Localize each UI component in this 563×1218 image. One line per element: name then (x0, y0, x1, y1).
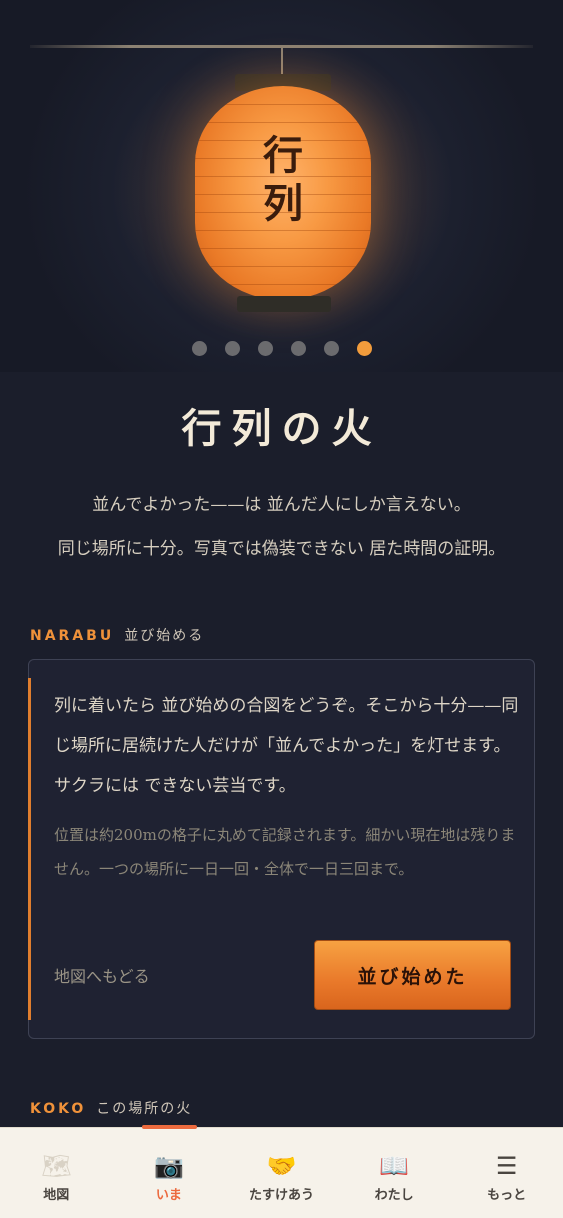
carousel-dot[interactable] (323, 341, 339, 356)
card-body-text: 列に着いたら 並び始めの合図をどうぞ。そこから十分——同じ場所に居続けた人だけが… (54, 696, 519, 796)
handshake-icon: 🤝 (266, 1152, 297, 1180)
open-book-icon: 📖 (379, 1152, 410, 1180)
tab-map[interactable]: 🗺 地図 (0, 1128, 113, 1218)
carousel-dot[interactable] (257, 341, 273, 356)
queue-start-card: 列に着いたら 並び始めの合図をどうぞ。そこから十分——同じ場所に居続けた人だけが… (28, 659, 535, 1039)
lantern-text: 行 列 (263, 132, 303, 227)
tab-help[interactable]: 🤝 たすけあう (225, 1128, 338, 1218)
lead-line-2: 同じ場所に十分。写真では偽装できない 居た時間の証明。 (57, 539, 506, 559)
section-label-en: NARABU (30, 628, 115, 644)
world-map-icon: 🗺 (41, 1152, 72, 1180)
carousel-dots (0, 341, 563, 357)
start-queue-button[interactable]: 並び始めた (314, 940, 511, 1010)
carousel-dot[interactable] (224, 341, 240, 356)
hero-carousel[interactable]: 行 列 (0, 0, 563, 372)
tab-me[interactable]: 📖 わたし (338, 1128, 451, 1218)
lantern-bottom-cap (237, 296, 331, 312)
card-privacy-note: 位置は約200mの格子に丸めて記録されます。細かい現在地は残りません。一つの場所… (54, 826, 516, 878)
active-tab-indicator (142, 1125, 197, 1129)
section-label-koko: KOKO この場所の火 (30, 1098, 192, 1118)
carousel-dot[interactable] (290, 341, 306, 356)
section-label-jp: 並び始める (124, 628, 205, 644)
card-accent-bar (28, 678, 31, 1020)
carousel-dot[interactable] (356, 341, 372, 356)
back-to-map-link[interactable]: 地図へもどる (54, 963, 150, 987)
tab-label: 地図 (43, 1188, 70, 1203)
tab-now[interactable]: 📷 いま (113, 1128, 226, 1218)
tab-label: わたし (374, 1188, 414, 1203)
page-title: 行列の火 (181, 405, 382, 452)
tab-more[interactable]: ☰ もっと (450, 1128, 563, 1218)
carousel-dot[interactable] (191, 341, 207, 356)
section-label-en: KOKO (30, 1101, 87, 1117)
section-label-narabu: NARABU 並び始める (30, 625, 204, 645)
menu-icon: ☰ (495, 1152, 518, 1180)
tab-label: もっと (487, 1188, 527, 1203)
bottom-tab-bar: 🗺 地図 📷 いま 🤝 たすけあう 📖 わたし ☰ もっと (0, 1125, 563, 1218)
lantern-illustration: 行 列 (195, 86, 371, 300)
tab-label: たすけあう (248, 1188, 314, 1203)
tab-label: いま (155, 1188, 182, 1203)
lead-line-1: 並んでよかった——は 並んだ人にしか言えない。 (92, 495, 471, 515)
section-label-jp: この場所の火 (96, 1101, 193, 1117)
camera-icon: 📷 (153, 1152, 184, 1180)
